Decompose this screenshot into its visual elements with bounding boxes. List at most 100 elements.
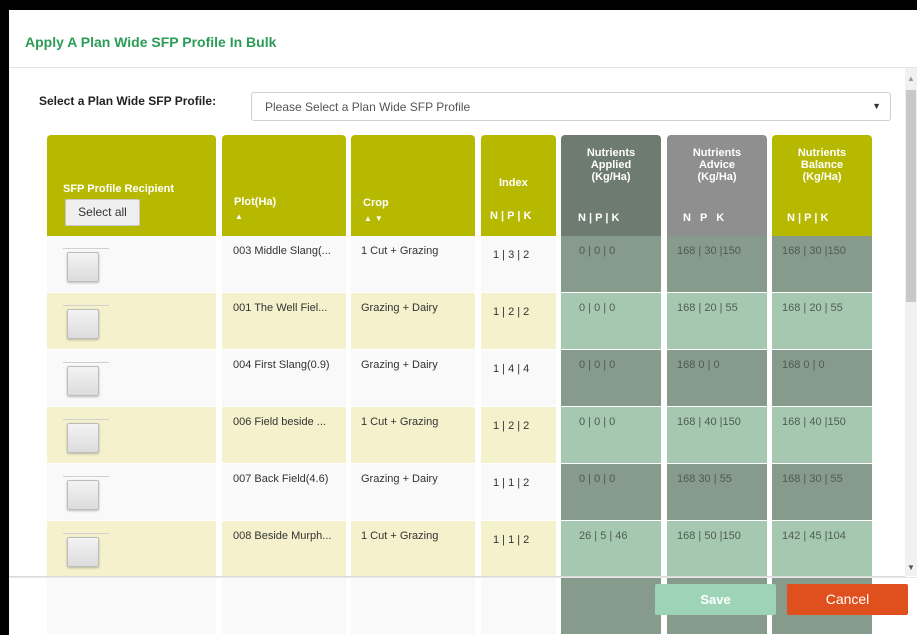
- plot-cell: 008 Beside Murph...: [222, 521, 346, 577]
- checkbox-divider: [63, 248, 109, 249]
- header-index-label: Index: [499, 177, 528, 189]
- applied-cell-text: 0 | 0 | 0: [579, 359, 616, 371]
- plot-cell-text: 007 Back Field(4.6): [233, 473, 329, 485]
- balance-cell-text: 168 | 40 |150: [782, 416, 846, 428]
- recipient-checkbox[interactable]: [67, 309, 99, 339]
- header-recipient: SFP Profile Recipient Select all: [47, 135, 216, 236]
- cancel-button[interactable]: Cancel: [787, 584, 908, 615]
- header-index: Index N | P | K: [481, 135, 556, 236]
- crop-cell: 1 Cut + Grazing: [351, 236, 475, 292]
- header-balance-npk: N | P | K: [787, 212, 829, 224]
- applied-cell: 0 | 0 | 0: [561, 464, 661, 520]
- index-cell: 1 | 1 | 2: [481, 464, 556, 520]
- applied-cell: 0 | 0 | 0: [561, 407, 661, 463]
- header-advice-label: Nutrients Advice (Kg/Ha): [692, 147, 742, 183]
- scrollbar-thumb[interactable]: [906, 90, 916, 302]
- index-cell: 1 | 1 | 2: [481, 521, 556, 577]
- balance-cell-text: 168 0 | 0: [782, 359, 825, 371]
- balance-cell: 168 | 30 |150: [772, 236, 872, 292]
- balance-cell-text: 168 | 30 | 55: [782, 473, 843, 485]
- balance-cell: 142 | 45 |104: [772, 521, 872, 577]
- recipient-cell: [47, 236, 216, 292]
- sort-both-icon[interactable]: ▲▼: [364, 214, 386, 223]
- header-balance: Nutrients Balance (Kg/Ha) N | P | K: [772, 135, 872, 236]
- applied-cell: 26 | 5 | 46: [561, 521, 661, 577]
- index-cell-text: 1 | 3 | 2: [493, 249, 530, 261]
- applied-cell-text: 0 | 0 | 0: [579, 245, 616, 257]
- header-advice: Nutrients Advice (Kg/Ha) N P K: [667, 135, 767, 236]
- scroll-up-icon[interactable]: ▲: [907, 74, 915, 83]
- index-cell: 1 | 2 | 2: [481, 293, 556, 349]
- plot-cell: 007 Back Field(4.6): [222, 464, 346, 520]
- crop-cell: 1 Cut + Grazing: [351, 521, 475, 577]
- advice-cell-text: 168 0 | 0: [677, 359, 720, 371]
- plot-cell-text: 001 The Well Fiel...: [233, 302, 328, 314]
- crop-cell-text: Grazing + Dairy: [361, 359, 438, 371]
- advice-cell: 168 30 | 55: [667, 464, 767, 520]
- checkbox-divider: [63, 476, 109, 477]
- plot-cell: 001 The Well Fiel...: [222, 293, 346, 349]
- index-cell: 1 | 4 | 4: [481, 350, 556, 406]
- recipient-cell: [47, 350, 216, 406]
- crop-cell: 1 Cut + Grazing: [351, 407, 475, 463]
- profile-select[interactable]: Please Select a Plan Wide SFP Profile ▼: [251, 92, 891, 121]
- header-applied: Nutrients Applied (Kg/Ha) N | P | K: [561, 135, 661, 236]
- checkbox-divider: [63, 362, 109, 363]
- recipient-checkbox[interactable]: [67, 480, 99, 510]
- applied-cell: 0 | 0 | 0: [561, 350, 661, 406]
- header-applied-label: Nutrients Applied (Kg/Ha): [586, 147, 636, 183]
- recipient-cell: [47, 578, 216, 634]
- header-plot: Plot(Ha) ▲: [222, 135, 346, 236]
- recipient-checkbox[interactable]: [67, 252, 99, 282]
- header-index-npk: N | P | K: [490, 210, 532, 222]
- save-button[interactable]: Save: [655, 584, 776, 615]
- balance-cell-text: 168 | 30 |150: [782, 245, 846, 257]
- advice-cell: 168 | 40 |150: [667, 407, 767, 463]
- advice-cell: 168 0 | 0: [667, 350, 767, 406]
- table-scrollbar[interactable]: ▲ ▼: [905, 68, 917, 576]
- plot-cell-text: 006 Field beside ...: [233, 416, 326, 428]
- footer-divider: [9, 577, 917, 578]
- balance-cell: 168 | 20 | 55: [772, 293, 872, 349]
- scroll-down-icon[interactable]: ▼: [907, 563, 915, 572]
- balance-cell-text: 168 | 20 | 55: [782, 302, 843, 314]
- advice-cell-text: 168 | 50 |150: [677, 530, 741, 542]
- index-cell-text: 1 | 1 | 2: [493, 534, 530, 546]
- recipient-checkbox[interactable]: [67, 423, 99, 453]
- applied-cell-text: 0 | 0 | 0: [579, 473, 616, 485]
- recipient-checkbox[interactable]: [67, 537, 99, 567]
- applied-cell-text: 0 | 0 | 0: [579, 302, 616, 314]
- applied-cell: 0 | 0 | 0: [561, 236, 661, 292]
- advice-cell-text: 168 | 20 | 55: [677, 302, 738, 314]
- checkbox-divider: [63, 419, 109, 420]
- advice-cell: 168 | 30 |150: [667, 236, 767, 292]
- recipient-checkbox[interactable]: [67, 366, 99, 396]
- select-all-button[interactable]: Select all: [65, 199, 140, 226]
- balance-cell: 168 | 40 |150: [772, 407, 872, 463]
- caret-down-icon: ▼: [872, 101, 881, 111]
- applied-cell-text: 26 | 5 | 46: [579, 530, 628, 542]
- header-plot-label: Plot(Ha): [234, 196, 277, 208]
- advice-cell-text: 168 | 30 |150: [677, 245, 741, 257]
- crop-cell: Grazing + Dairy: [351, 293, 475, 349]
- crop-cell-text: Grazing + Dairy: [361, 302, 438, 314]
- plot-cell: 006 Field beside ...: [222, 407, 346, 463]
- modal-title: Apply A Plan Wide SFP Profile In Bulk: [25, 34, 277, 50]
- checkbox-divider: [63, 305, 109, 306]
- header-advice-npk: N P K: [683, 212, 725, 224]
- index-cell-text: 1 | 1 | 2: [493, 477, 530, 489]
- index-cell: [481, 578, 556, 634]
- recipient-cell: [47, 464, 216, 520]
- profile-select-label: Select a Plan Wide SFP Profile:: [39, 94, 217, 108]
- balance-cell-text: 142 | 45 |104: [782, 530, 846, 542]
- plot-cell-text: 008 Beside Murph...: [233, 530, 332, 542]
- index-cell-text: 1 | 4 | 4: [493, 363, 530, 375]
- applied-cell: [561, 578, 661, 634]
- applied-cell-text: 0 | 0 | 0: [579, 416, 616, 428]
- crop-cell: Grazing + Dairy: [351, 350, 475, 406]
- sort-up-icon[interactable]: ▲: [235, 212, 246, 221]
- crop-cell-text: 1 Cut + Grazing: [361, 416, 439, 428]
- recipient-cell: [47, 407, 216, 463]
- header-crop-label: Crop: [363, 197, 389, 209]
- recipient-cell: [47, 293, 216, 349]
